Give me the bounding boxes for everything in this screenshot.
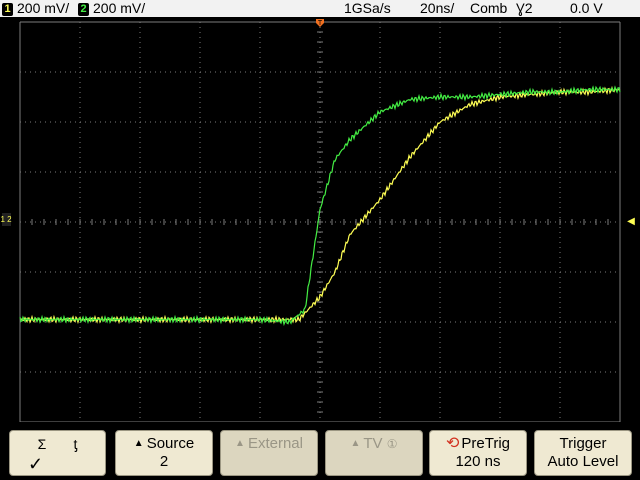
ch1-scale: 200 mV/ <box>17 0 70 16</box>
source-label: Source <box>146 435 195 452</box>
trigger-position-marker[interactable]: T <box>316 19 324 27</box>
trigger-label: Trigger <box>559 435 607 452</box>
timebase-readout[interactable]: 20ns/ <box>420 0 454 17</box>
trigger-level-readout: 0.0 V <box>570 0 603 16</box>
pretrig-value: 120 ns <box>455 453 501 470</box>
trigger-level-arrow[interactable]: ◀ <box>627 216 635 227</box>
ch1-scale-readout[interactable]: 1 200 mV/ <box>2 0 69 17</box>
ch2-scale-readout[interactable]: 2 200 mV/ <box>78 0 145 17</box>
up-triangle-icon: ▲ <box>133 438 144 449</box>
trigger-slope-source: Ɣ2 <box>516 0 533 16</box>
up-triangle-icon: ▲ <box>235 438 245 449</box>
ch2-scale: 200 mV/ <box>93 0 146 16</box>
up-triangle-icon: ▲ <box>350 438 361 449</box>
scope-display[interactable]: T 1 2 ◀ <box>0 17 640 422</box>
checkmark-icon: ✓ <box>28 454 44 474</box>
external-label: External <box>247 435 303 452</box>
slope-softkey[interactable]: Ʃ ƫ ✓ <box>9 430 106 476</box>
trigger-mode: Comb <box>470 0 508 16</box>
tv-softkey[interactable]: ▲ TV ① <box>325 430 423 476</box>
status-bar: 1 200 mV/ 2 200 mV/ 1GSa/s 20ns/ Comb Ɣ2 0… <box>0 0 640 17</box>
falling-edge-icon: ƫ <box>73 436 78 452</box>
source-value: 2 <box>159 453 169 470</box>
tv-badge-icon: ① <box>386 437 398 451</box>
pretrig-softkey[interactable]: ⟲ PreTrig 120 ns <box>429 430 527 476</box>
graticule <box>19 21 621 422</box>
sample-rate: 1GSa/s <box>344 0 391 16</box>
trigger-softkey[interactable]: Trigger Auto Level <box>534 430 632 476</box>
softkey-bar: Ʃ ƫ ✓ ▲ Source 2 ▲ External ▲ TV ① ⟲ PreTrig… <box>0 422 640 480</box>
ground-reference-marker[interactable]: 1 2 <box>0 213 12 226</box>
pretrig-label: PreTrig <box>461 435 511 452</box>
ground-reference-label: 1 2 <box>0 215 12 224</box>
source-softkey[interactable]: ▲ Source 2 <box>115 430 213 476</box>
ch1-badge: 1 <box>2 3 13 16</box>
rotate-knob-icon: ⟲ <box>445 435 460 452</box>
ch2-badge: 2 <box>78 3 89 16</box>
trigger-position-label: T <box>318 20 323 27</box>
external-softkey[interactable]: ▲ External <box>220 430 318 476</box>
tv-label: TV <box>363 435 383 452</box>
rising-edge-icon: Ʃ <box>37 436 47 452</box>
trigger-value: Auto Level <box>547 453 619 470</box>
